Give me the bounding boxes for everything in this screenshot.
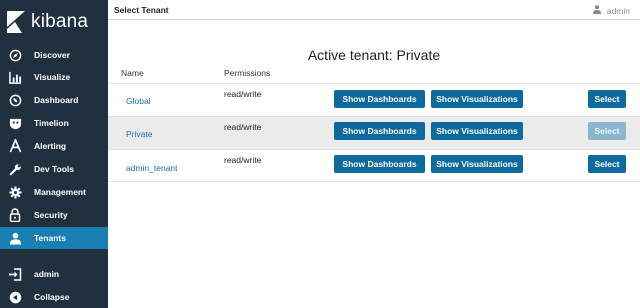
sidebar-item-label: Dashboard	[34, 95, 79, 105]
sidebar-item-timelion[interactable]: Timelion	[0, 112, 108, 134]
lock-icon	[8, 208, 22, 222]
sidebar-item-label: Visualize	[34, 72, 71, 82]
sidebar-item-label: Discover	[34, 50, 70, 60]
compass-icon	[8, 48, 22, 62]
show-visualizations-button[interactable]: Show Visualizations	[431, 90, 523, 108]
tenant-name-link[interactable]: Global	[126, 96, 151, 106]
sidebar-item-label: admin	[34, 269, 60, 279]
column-header-permissions: Permissions	[224, 68, 271, 78]
tenant-row: Global read/write Show Dashboards Show V…	[108, 83, 640, 116]
sidebar-item-tenants[interactable]: Tenants	[0, 227, 108, 249]
active-tenant-heading: Active tenant: Private	[307, 47, 441, 63]
sidebar: kibana Discover Visualize Dashboard Time…	[0, 0, 108, 308]
sidebar-item-dev-tools[interactable]: Dev Tools	[0, 158, 108, 180]
tenant-permissions: read/write	[224, 155, 262, 165]
sidebar-item-admin[interactable]: admin	[0, 263, 108, 285]
select-tenant-button-disabled: Select	[588, 122, 626, 140]
sidebar-item-label: Collapse	[34, 292, 70, 302]
page-title: Select Tenant	[114, 5, 169, 15]
tenant-row: admin_tenant read/write Show Dashboards …	[108, 149, 640, 182]
sidebar-item-label: Alerting	[34, 141, 67, 151]
wrench-icon	[8, 162, 22, 176]
show-dashboards-button[interactable]: Show Dashboards	[334, 155, 425, 173]
show-dashboards-button[interactable]: Show Dashboards	[334, 122, 425, 140]
tenant-permissions: read/write	[224, 122, 262, 132]
user-icon	[592, 5, 601, 16]
username: admin	[606, 5, 630, 16]
column-header-name: Name	[121, 68, 144, 78]
shield-face-icon	[8, 116, 22, 130]
page-header: Select Tenant admin	[108, 0, 640, 20]
sidebar-item-label: Management	[34, 187, 86, 197]
collapse-button[interactable]: Collapse	[0, 286, 108, 308]
show-visualizations-button[interactable]: Show Visualizations	[431, 122, 523, 140]
sidebar-item-security[interactable]: Security	[0, 204, 108, 226]
show-visualizations-button[interactable]: Show Visualizations	[431, 155, 523, 173]
tenant-panel: Active tenant: Private Name Permissions …	[108, 20, 640, 308]
show-dashboards-button[interactable]: Show Dashboards	[334, 90, 425, 108]
tenant-name-link[interactable]: admin_tenant	[126, 163, 178, 173]
alerting-a-icon	[8, 139, 22, 153]
user-menu[interactable]: admin	[592, 5, 630, 16]
app-name: kibana	[31, 11, 89, 32]
tenant-row: Private read/write Show Dashboards Show …	[108, 116, 640, 149]
sidebar-item-label: Timelion	[34, 118, 69, 128]
tenant-permissions: read/write	[224, 89, 262, 99]
sidebar-item-dashboard[interactable]: Dashboard	[0, 89, 108, 111]
sidebar-item-alerting[interactable]: Alerting	[0, 135, 108, 157]
sidebar-item-management[interactable]: Management	[0, 181, 108, 203]
tenant-name-link[interactable]: Private	[126, 129, 152, 139]
collapse-icon	[8, 290, 22, 304]
sidebar-item-discover[interactable]: Discover	[0, 44, 108, 66]
kibana-logo-icon	[7, 11, 25, 33]
logout-icon	[8, 267, 22, 281]
sidebar-item-label: Tenants	[34, 233, 66, 243]
select-tenant-button[interactable]: Select	[588, 90, 626, 108]
sidebar-item-label: Security	[34, 210, 68, 220]
dashboard-icon	[8, 93, 22, 107]
sidebar-item-label: Dev Tools	[34, 164, 74, 174]
kibana-logo[interactable]: kibana	[7, 10, 88, 34]
select-tenant-button[interactable]: Select	[588, 155, 626, 173]
bar-chart-icon	[8, 70, 22, 84]
gear-icon	[8, 185, 22, 199]
sidebar-item-visualize[interactable]: Visualize	[0, 66, 108, 88]
users-icon	[8, 231, 22, 245]
